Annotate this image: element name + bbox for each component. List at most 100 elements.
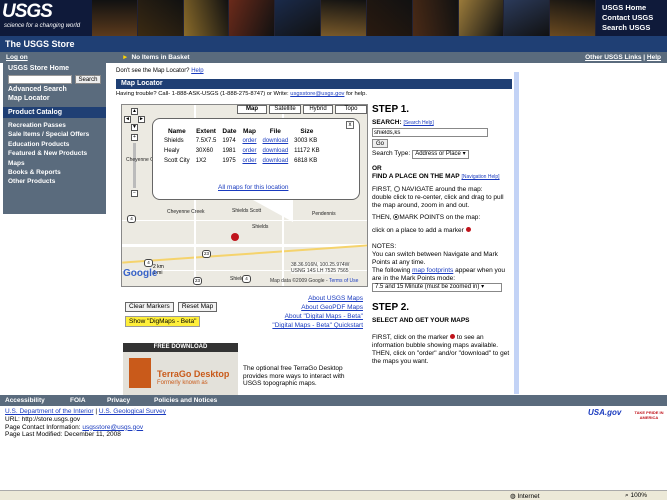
- row-size: 6818 KB: [294, 158, 318, 164]
- usgs-link[interactable]: U.S. Geological Survey: [99, 408, 166, 415]
- about-geopdf-link[interactable]: About GeoPDF Maps: [260, 303, 363, 312]
- footer-agency-row: U.S. Department of the Interior | U.S. G…: [5, 408, 166, 416]
- route-shield: 4: [242, 275, 251, 283]
- contact-label: Page Contact Information:: [5, 423, 81, 431]
- download-link[interactable]: download: [262, 158, 288, 164]
- take-pride-logo[interactable]: TAKE PRIDE IN AMERICA: [634, 410, 664, 430]
- google-logo[interactable]: Google: [123, 268, 157, 279]
- browser-status-bar: ◍ Internet ⌕ 100%: [0, 490, 667, 500]
- navigate-radio[interactable]: [393, 186, 400, 193]
- question-text: Don't see the Map Locator?: [116, 68, 190, 74]
- search-type-value: Address or Place: [415, 151, 461, 157]
- sidebar-item-maps[interactable]: Maps: [3, 159, 106, 168]
- accessibility-link[interactable]: Accessibility: [5, 397, 45, 404]
- advanced-search-link[interactable]: Advanced Search: [3, 85, 106, 94]
- sidebar-item-books[interactable]: Books & Reports: [3, 168, 106, 177]
- foia-link[interactable]: FOIA: [70, 397, 86, 404]
- sidebar-item-sale-items[interactable]: Sale Items / Special Offers: [3, 130, 106, 139]
- contact-email-link[interactable]: usgsstore@usgs.gov: [82, 424, 143, 431]
- logo-tagline: science for a changing world: [4, 23, 81, 29]
- row-file: download: [259, 156, 291, 166]
- sidebar-search-input[interactable]: [8, 75, 72, 84]
- sidebar-item-featured[interactable]: Featured & New Products: [3, 149, 106, 158]
- pan-left-icon[interactable]: ◄: [124, 116, 131, 123]
- show-digmaps-button[interactable]: Show "DigMaps - Beta": [125, 316, 201, 327]
- route-shield: 23: [193, 277, 202, 285]
- doi-link[interactable]: U.S. Department of the Interior: [5, 408, 94, 415]
- zoom-slider[interactable]: [133, 143, 136, 188]
- contact-usgs-link[interactable]: Contact USGS: [602, 13, 666, 23]
- map-type-hybrid[interactable]: Hybrid: [303, 105, 333, 114]
- map-copyright: Map data ©2009 Google - Terms of Use: [270, 278, 358, 284]
- search-help-link[interactable]: [Search Help]: [403, 120, 433, 126]
- usa-gov-logo[interactable]: USA.gov: [588, 408, 628, 422]
- search-type-select[interactable]: Address or Place ▾: [412, 150, 469, 159]
- go-button[interactable]: Go: [372, 139, 389, 148]
- map-footprints-link[interactable]: map footprints: [412, 267, 453, 274]
- footprint-mode-select[interactable]: 7.5 and 15 Minute (must be zoomed in) ▾: [372, 283, 502, 292]
- terms-link[interactable]: Terms of Use: [329, 278, 358, 284]
- row-name: Shields: [164, 138, 184, 144]
- terrago-logo-icon: [129, 358, 151, 388]
- privacy-link[interactable]: Privacy: [107, 397, 130, 404]
- pan-down-icon[interactable]: ▼: [131, 124, 138, 131]
- pan-up-icon[interactable]: ▲: [131, 108, 138, 115]
- order-link[interactable]: order: [242, 158, 256, 164]
- mark-desc-row: click on a place to add a marker: [372, 227, 512, 235]
- page-scrollbar[interactable]: [514, 72, 519, 394]
- map-type-topo[interactable]: Topo: [335, 105, 367, 114]
- row-date: 1975: [222, 158, 236, 164]
- policies-link[interactable]: Policies and Notices: [154, 397, 217, 404]
- question-help-link[interactable]: Help: [191, 68, 203, 74]
- sidebar: USGS Store Home Search Advanced Search M…: [3, 63, 106, 214]
- table-row: Healy 30X60 1981 order download 11172 KB: [161, 146, 323, 156]
- table-row: Scott City 1X2 1975 order download 6818 …: [161, 156, 323, 166]
- sidebar-item-recreation-passes[interactable]: Recreation Passes: [3, 121, 106, 130]
- terrago-formerly: Formerly known as: [157, 380, 208, 386]
- sidebar-search-button[interactable]: Search: [75, 75, 101, 84]
- row-name: Healy: [164, 148, 180, 154]
- map-marker-icon[interactable]: [231, 233, 239, 241]
- order-link[interactable]: order: [242, 148, 256, 154]
- terrago-banner[interactable]: FREE DOWNLOAD TerraGo Desktop Formerly k…: [123, 343, 238, 395]
- navigation-help-link[interactable]: [Navigation Help]: [461, 174, 499, 180]
- about-usgs-maps-link[interactable]: About USGS Maps: [260, 294, 363, 303]
- sidebar-store-home[interactable]: USGS Store Home: [3, 63, 106, 74]
- order-link[interactable]: order: [242, 138, 256, 144]
- sidebar-item-education[interactable]: Education Products: [3, 140, 106, 149]
- digital-maps-quickstart-link[interactable]: "Digital Maps - Beta" Quickstart: [260, 321, 363, 330]
- zoom-level[interactable]: ⌕ 100%: [625, 492, 647, 500]
- map-type-map[interactable]: Map: [237, 105, 267, 114]
- usgs-home-link[interactable]: USGS Home: [602, 3, 666, 13]
- pan-right-icon[interactable]: ►: [138, 116, 145, 123]
- navigate-desc: double click to re-center, click and dra…: [372, 194, 504, 209]
- reset-map-button[interactable]: Reset Map: [177, 302, 218, 312]
- row-extent: 7.5X7.5: [195, 138, 217, 144]
- help-link[interactable]: Help: [647, 54, 661, 61]
- nav-right-links: Other USGS Links | Help: [585, 54, 661, 61]
- header-size: Size: [300, 128, 314, 135]
- map-type-satellite[interactable]: Satellite: [269, 105, 301, 114]
- map-locator-link[interactable]: Map Locator: [3, 94, 106, 103]
- zoom-in-icon[interactable]: +: [131, 134, 138, 141]
- magnifier-icon: ⌕: [625, 492, 629, 499]
- place-search-input[interactable]: [372, 128, 488, 137]
- usgs-logo[interactable]: USGS science for a changing world: [2, 2, 90, 34]
- close-icon[interactable]: x: [346, 121, 354, 129]
- search-usgs-link[interactable]: Search USGS: [602, 23, 666, 33]
- sidebar-item-other[interactable]: Other Products: [3, 177, 106, 186]
- all-maps-link[interactable]: All maps for this location: [218, 184, 288, 191]
- about-digital-maps-link[interactable]: About "Digital Maps - Beta": [260, 312, 363, 321]
- or-label: OR: [372, 165, 382, 172]
- clear-markers-button[interactable]: Clear Markers: [125, 302, 174, 312]
- product-catalog-header: Product Catalog: [3, 107, 106, 118]
- mark-row: THEN, MARK POINTS on the map:: [372, 214, 512, 222]
- zoom-out-icon[interactable]: −: [131, 190, 138, 197]
- other-usgs-links[interactable]: Other USGS Links: [585, 54, 641, 61]
- log-on-link[interactable]: Log on: [6, 54, 28, 61]
- nav-separator: |: [643, 54, 646, 61]
- help-email-link[interactable]: usgsstore@usgs.gov: [290, 91, 344, 97]
- download-link[interactable]: download: [262, 148, 288, 154]
- footer-modified: Page Last Modified: December 11, 2008: [5, 431, 121, 439]
- download-link[interactable]: download: [262, 138, 288, 144]
